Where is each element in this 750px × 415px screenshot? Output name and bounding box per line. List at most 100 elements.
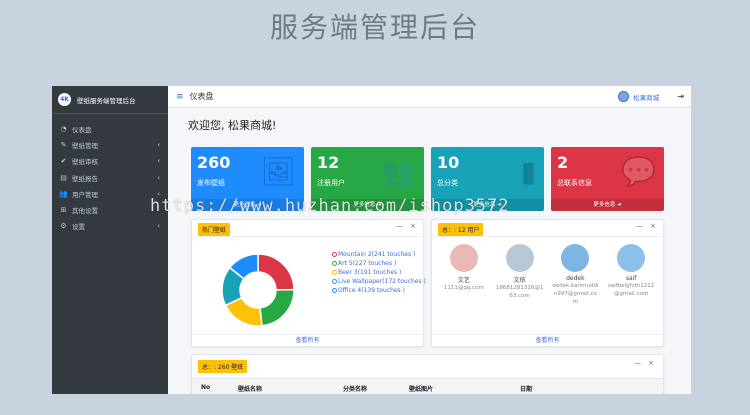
column-header[interactable]: 壁纸图片 [409, 384, 433, 393]
donut-slice-mountain[interactable] [257, 253, 295, 291]
sidebar-item[interactable]: ⚙ 设置 ‹ [52, 218, 168, 234]
brand-title: 壁纸服务端管理后台 [77, 96, 136, 105]
legend-item[interactable]: Art 5(227 touches ) [332, 259, 426, 268]
card-header: 总：: 12 用户 — × [432, 220, 663, 237]
more-info-link[interactable]: 更多信息 ➜ [431, 199, 544, 211]
wallpapers-table-header: No 壁纸名称 分类名称 壁纸图片 日期 [192, 378, 663, 394]
users-icon: 👥 [381, 155, 416, 188]
stat-label: 总分类 [437, 179, 458, 187]
sidebar-item-label: 壁纸管理 [72, 142, 98, 151]
legend-dot-icon [332, 252, 337, 257]
user-email: 18681281316@163.com [495, 285, 544, 299]
users-icon: 👥 [59, 189, 68, 198]
sidebar-item-label: 壁纸审核 [72, 158, 98, 167]
legend-dot-icon [332, 270, 337, 275]
sidebar-item-label: 设置 [72, 223, 85, 232]
close-icon[interactable]: × [410, 222, 416, 230]
gears-icon: ⚙ [60, 222, 67, 231]
sidebar-nav: ◔ 仪表盘 ✎ 壁纸管理 ‹ ✔ 壁纸审核 ‹ ▤ 壁纸报告 ‹ 👥 用户管理 ‹ ⊞ 其他设置 ⚙ 设置 ‹ [52, 114, 168, 234]
close-icon[interactable]: × [650, 222, 656, 230]
stat-box: 2 总联系信息 💬 更多信息 ➜ [551, 147, 664, 211]
stat-box: 10 总分类 ▮ 更多信息 ➜ [431, 147, 544, 211]
chevron-left-icon: ‹ [157, 222, 160, 231]
more-info-link[interactable]: 更多信息 ➜ [551, 199, 664, 211]
legend-label: Mountain 2(241 touches ) [338, 251, 416, 258]
hamburger-menu-icon[interactable]: ≡ [176, 92, 184, 102]
sidebar-item-label: 其他设置 [72, 207, 98, 216]
sidebar: 4K 壁纸服务端管理后台 ◔ 仪表盘 ✎ 壁纸管理 ‹ ✔ 壁纸审核 ‹ ▤ 壁纸报告 ‹ 👥 用户管理… [52, 86, 168, 394]
stat-box: 260 发布壁纸 🖼 更多信息 ➜ [191, 147, 304, 211]
column-header[interactable]: 分类名称 [343, 384, 367, 393]
user-email: 1111@qq.com [443, 285, 484, 291]
chart-legend: Mountain 2(241 touches ) Art 5(227 touche… [332, 250, 426, 295]
avatar [505, 244, 534, 272]
wallpapers-badge: 总：: 260 壁纸 [198, 360, 248, 373]
hot-wallpapers-badge: 热门壁纸 [198, 223, 231, 236]
legend-label: Live Wallpaper(172 touches ) [338, 278, 426, 285]
column-header[interactable]: 日期 [520, 384, 532, 393]
legend-item[interactable]: Live Wallpaper(172 touches ) [332, 277, 426, 286]
hot-wallpapers-card: 热门壁纸 — × Mountain 2(241 touches ) Art 5(2… [191, 219, 426, 347]
stat-value: 12 [317, 153, 340, 172]
welcome-message: 欢迎您, 松果商城! [188, 119, 277, 132]
column-header[interactable]: No [201, 384, 210, 391]
donut-chart [221, 253, 295, 327]
user-name: 文依 [513, 277, 526, 284]
topbar: ≡ 仪表盘 松果商城 ⇥ [168, 86, 691, 108]
legend-label: Beer 3(191 touches ) [338, 269, 402, 276]
stat-value: 2 [557, 153, 569, 172]
image-icon: 🖼 [260, 155, 296, 188]
close-icon[interactable]: × [648, 359, 654, 367]
view-all-wallpapers-link[interactable]: 查看所有 [192, 334, 423, 346]
chevron-left-icon: ‹ [157, 141, 160, 150]
legend-item[interactable]: Mountain 2(241 touches ) [332, 250, 426, 259]
user-email: saifbelghith1212@gmail.com [608, 283, 655, 297]
avatar [449, 244, 478, 272]
plus-square-icon: ⊞ [60, 206, 67, 215]
user-email: dedek.karimuddin997@gmail.com [552, 283, 599, 305]
user-entry[interactable]: 文艺 1111@qq.com [440, 244, 488, 306]
more-info-link[interactable]: 更多信息 ➜ [311, 199, 424, 211]
check-circle-icon: ✔ [60, 157, 67, 166]
sidebar-item[interactable]: ◔ 仪表盘 [52, 121, 168, 137]
stat-label: 总联系信息 [557, 179, 592, 187]
minimize-icon[interactable]: — [396, 222, 403, 230]
minimize-icon[interactable]: — [636, 222, 643, 230]
user-entry[interactable]: dedek dedek.karimuddin997@gmail.com [551, 244, 599, 306]
legend-label: Art 5(227 touches ) [338, 260, 397, 267]
user-entry[interactable]: saif saifbelghith1212@gmail.com [607, 244, 655, 306]
chevron-left-icon: ‹ [157, 157, 160, 166]
user-name: saif [625, 275, 637, 282]
user-entry[interactable]: 文依 18681281316@163.com [496, 244, 544, 306]
card-header: 总：: 260 壁纸 — × [192, 355, 663, 377]
user-name: dedek [566, 275, 585, 282]
legend-item[interactable]: Beer 3(191 touches ) [332, 268, 426, 277]
more-info-link[interactable]: 更多信息 ➜ [191, 199, 304, 211]
column-header[interactable]: 壁纸名称 [238, 384, 262, 393]
sidebar-item[interactable]: ✔ 壁纸审核 ‹ [52, 153, 168, 169]
card-header: 热门壁纸 — × [192, 220, 423, 237]
avatar[interactable] [618, 91, 630, 102]
minimize-icon[interactable]: — [634, 359, 641, 367]
sidebar-item-label: 用户管理 [72, 190, 98, 199]
sidebar-item[interactable]: ✎ 壁纸管理 ‹ [52, 137, 168, 153]
chevron-left-icon: ‹ [157, 173, 160, 182]
sidebar-item[interactable]: ⊞ 其他设置 [52, 202, 168, 218]
stat-value: 10 [437, 153, 460, 172]
wallpapers-card: 总：: 260 壁纸 — × No 壁纸名称 分类名称 壁纸图片 日期 [191, 354, 664, 394]
legend-item[interactable]: Office 4(139 touches ) [332, 286, 426, 295]
user-menu-link[interactable]: 松果商城 [633, 92, 659, 102]
admin-app: 4K 壁纸服务端管理后台 ◔ 仪表盘 ✎ 壁纸管理 ‹ ✔ 壁纸审核 ‹ ▤ 壁纸报告 ‹ 👥 用户管理… [52, 86, 691, 394]
sidebar-item[interactable]: ▤ 壁纸报告 ‹ [52, 170, 168, 186]
dashboard-icon: ◔ [60, 125, 67, 134]
sidebar-item-label: 仪表盘 [72, 126, 92, 135]
stat-box: 12 注册用户 👥 更多信息 ➜ [311, 147, 424, 211]
donut-slice-art[interactable] [259, 288, 295, 327]
report-icon: ▤ [60, 173, 67, 182]
view-all-users-link[interactable]: 查看所有 [432, 334, 663, 346]
brand[interactable]: 4K 壁纸服务端管理后台 [52, 86, 168, 114]
sidebar-item[interactable]: 👥 用户管理 ‹ [52, 186, 168, 202]
logout-icon[interactable]: ⇥ [677, 92, 684, 101]
page-banner: 服务端管理后台 [269, 11, 480, 44]
users-badge: 总：: 12 用户 [438, 223, 484, 236]
